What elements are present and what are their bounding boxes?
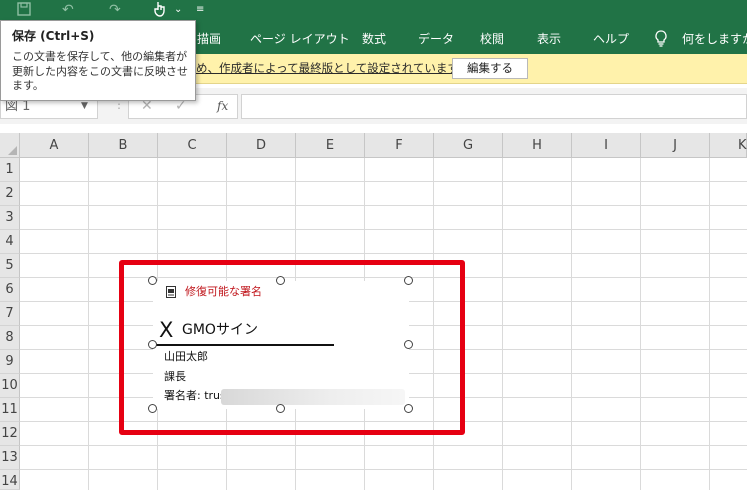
message-text: め、作成者によって最終版として設定されています。 (196, 61, 470, 75)
redo-icon[interactable]: ↷ (109, 1, 121, 19)
column-header-h[interactable]: H (503, 133, 572, 158)
select-all-button[interactable] (0, 133, 20, 158)
edit-anyway-button[interactable]: 編集する (452, 58, 528, 79)
row-header-2[interactable]: 2 (0, 182, 20, 206)
row-header-3[interactable]: 3 (0, 206, 20, 230)
column-header-d[interactable]: D (227, 133, 296, 158)
row-header-5[interactable]: 5 (0, 254, 20, 278)
lightbulb-icon (654, 30, 668, 48)
tooltip-title: 保存 (Ctrl+S) (12, 29, 95, 43)
row-header-14[interactable]: 14 (0, 470, 20, 490)
column-header-f[interactable]: F (365, 133, 434, 158)
title-bar: ↶ ↷ ⌄ ≡ (0, 0, 747, 20)
row-header-4[interactable]: 4 (0, 230, 20, 254)
column-header-k[interactable]: K (710, 133, 747, 158)
tab-formulas[interactable]: 数式 (362, 20, 386, 54)
tell-me-search[interactable]: 何をしますか (682, 20, 747, 54)
formula-input[interactable] (241, 94, 747, 119)
column-header-c[interactable]: C (158, 133, 227, 158)
column-header-b[interactable]: B (89, 133, 158, 158)
tooltip-body: この文書を保存して、他の編集者が更新した内容をこの文書に反映させます。 (12, 50, 188, 92)
row-header-9[interactable]: 9 (0, 350, 20, 374)
insert-function-icon[interactable]: fx (217, 95, 228, 118)
tab-help[interactable]: ヘルプ (593, 20, 629, 54)
undo-icon[interactable]: ↶ (62, 1, 74, 19)
touch-mode-icon[interactable] (153, 1, 167, 22)
row-header-6[interactable]: 6 (0, 278, 20, 302)
row-header-11[interactable]: 11 (0, 398, 20, 422)
column-header-g[interactable]: G (434, 133, 503, 158)
highlight-frame (119, 260, 465, 435)
row-header-13[interactable]: 13 (0, 446, 20, 470)
tab-page-layout[interactable]: ページ レイアウト (250, 20, 350, 54)
row-header-10[interactable]: 10 (0, 374, 20, 398)
select-all-triangle-icon (8, 146, 17, 155)
save-icon[interactable] (16, 1, 32, 22)
save-tooltip: 保存 (Ctrl+S) この文書を保存して、他の編集者が更新した内容をこの文書に… (0, 20, 196, 101)
chevron-down-icon[interactable]: ⌄ (174, 1, 182, 19)
customize-qat-icon[interactable]: ≡ (196, 1, 204, 19)
row-header-1[interactable]: 1 (0, 158, 20, 182)
column-header-a[interactable]: A (20, 133, 89, 158)
tab-draw[interactable]: 描画 (197, 20, 221, 54)
row-header-8[interactable]: 8 (0, 326, 20, 350)
tab-data[interactable]: データ (418, 20, 454, 54)
column-header-j[interactable]: J (641, 133, 710, 158)
row-header-12[interactable]: 12 (0, 422, 20, 446)
tab-review[interactable]: 校閲 (480, 20, 504, 54)
row-header-7[interactable]: 7 (0, 302, 20, 326)
tab-view[interactable]: 表示 (537, 20, 561, 54)
column-header-i[interactable]: I (572, 133, 641, 158)
column-header-e[interactable]: E (296, 133, 365, 158)
